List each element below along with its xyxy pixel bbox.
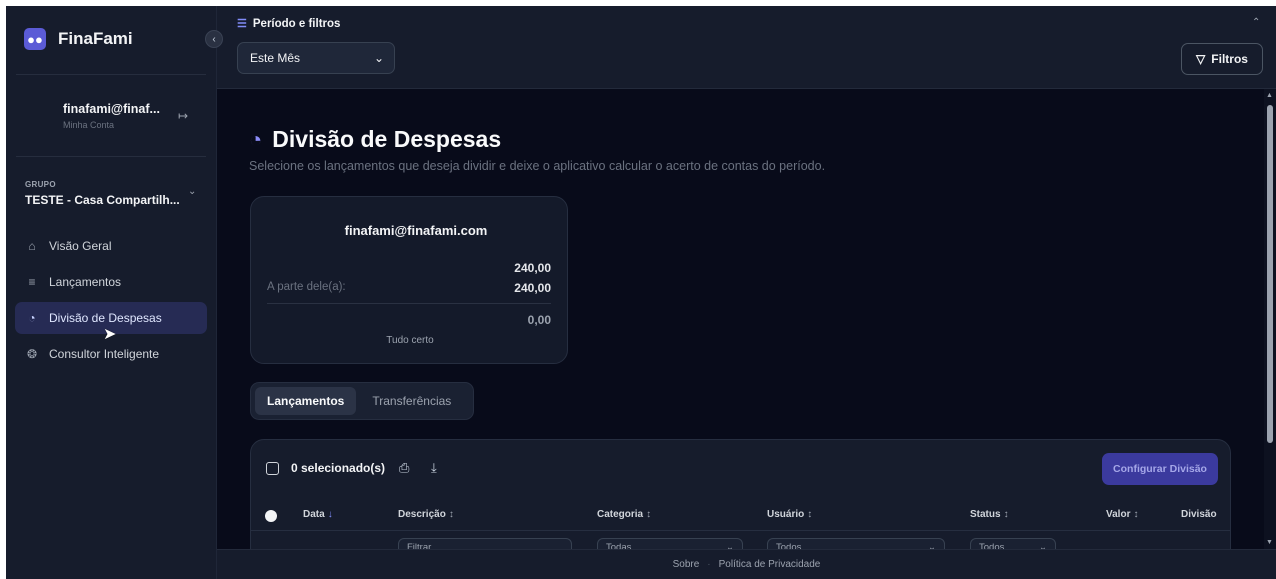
column-label: Status [970, 509, 1001, 520]
column-header-data[interactable]: Data ↓ [303, 509, 333, 520]
app-window: ●● FinaFami finafami@finaf... Minha Cont… [6, 6, 1276, 579]
sidebar-item-label: Consultor Inteligente [49, 347, 160, 361]
sidebar-item-label: Lançamentos [49, 275, 122, 289]
print-icon[interactable]: ⎙ [399, 460, 409, 476]
select-all-checkbox[interactable] [266, 462, 279, 475]
sidebar-item-label: Visão Geral [49, 239, 112, 253]
sort-icon: ↕ [1003, 509, 1009, 520]
column-header-descricao[interactable]: Descrição ↕ [398, 509, 454, 520]
pie-chart-icon: ◔ [28, 311, 36, 325]
main-content: ◔ Divisão de Despesas Selecione os lança… [217, 89, 1264, 569]
share-label: A parte dele(a): [267, 281, 346, 293]
home-icon: ⌂ [28, 239, 36, 253]
sliders-icon: ☰ [237, 18, 247, 30]
sidebar-item-label: Divisão de Despesas [49, 311, 162, 325]
account-block[interactable]: finafami@finaf... Minha Conta [63, 102, 160, 130]
page-title: ◔ Divisão de Despesas [249, 126, 501, 153]
summary-total: 240,00 [514, 261, 551, 275]
column-header-divisao: Divisão [1181, 509, 1217, 520]
tab-lancamentos[interactable]: Lançamentos [255, 387, 357, 415]
column-label: Data [303, 509, 325, 520]
sidebar-item-lancamentos[interactable]: ≡ Lançamentos [15, 266, 207, 298]
download-icon[interactable]: ⤓ [431, 460, 437, 476]
filters-button[interactable]: ▽ Filtros [1181, 43, 1263, 75]
sidebar-item-visao-geral[interactable]: ⌂ Visão Geral [15, 230, 207, 262]
logout-icon[interactable]: ↦ [178, 109, 188, 123]
filters-bar: ☰ Período e filtros Este Mês ⌄ ⌃ ▽ Filtr… [217, 6, 1276, 89]
mouse-cursor-icon: ➤ [103, 326, 117, 343]
column-label: Valor [1106, 509, 1131, 520]
divider [251, 530, 1230, 531]
period-select-value: Este Mês [250, 51, 301, 65]
footer-separator: · [707, 559, 711, 570]
divider [267, 303, 551, 304]
sort-icon: ↕ [807, 509, 813, 520]
about-link[interactable]: Sobre [673, 559, 700, 570]
column-header-status[interactable]: Status ↕ [970, 509, 1009, 520]
filters-button-label: Filtros [1211, 52, 1248, 66]
scrollbar[interactable]: ▲ ▼ [1264, 89, 1276, 549]
column-header-valor[interactable]: Valor ↕ [1106, 509, 1138, 520]
tab-transferencias[interactable]: Transferências [360, 387, 463, 415]
users-icon: ●● [24, 28, 46, 50]
page-title-text: Divisão de Despesas [272, 126, 502, 152]
sort-desc-icon: ↓ [327, 509, 333, 520]
configure-division-button[interactable]: Configurar Divisão [1102, 453, 1218, 485]
tabs: Lançamentos Transferências [250, 382, 474, 420]
brain-icon: ❂ [26, 347, 38, 361]
status-text: Tudo certo [386, 335, 434, 346]
sidebar: ●● FinaFami finafami@finaf... Minha Cont… [6, 6, 217, 579]
chevron-up-icon[interactable]: ⌃ [1252, 17, 1260, 28]
sort-icon: ↕ [646, 509, 652, 520]
group-select[interactable]: TESTE - Casa Compartilh... [25, 193, 180, 207]
summary-card: finafami@finafami.com 240,00 A parte del… [250, 196, 568, 364]
scroll-up-icon[interactable]: ▲ [1266, 92, 1273, 99]
list-icon: ≡ [28, 275, 36, 289]
brand-name: FinaFami [58, 29, 133, 48]
selected-count: 0 selecionado(s) [291, 461, 386, 475]
column-label: Usuário [767, 509, 805, 520]
period-title: ☰ Período e filtros [237, 17, 341, 31]
share-value: 240,00 [514, 281, 551, 295]
column-header-categoria[interactable]: Categoria ↕ [597, 509, 651, 520]
sort-icon: ↕ [1133, 509, 1139, 520]
account-subtitle: Minha Conta [63, 120, 115, 130]
column-header-usuario[interactable]: Usuário ↕ [767, 509, 812, 520]
column-label: Categoria [597, 509, 644, 520]
sidebar-nav: ⌂ Visão Geral ≡ Lançamentos ◔ Divisão de… [15, 230, 207, 374]
balance-value: 0,00 [527, 313, 551, 327]
sort-icon: ↕ [448, 509, 454, 520]
period-title-label: Período e filtros [252, 17, 341, 30]
footer: Sobre · Política de Privacidade [217, 549, 1276, 579]
chevron-down-icon: ⌄ [373, 51, 384, 65]
privacy-link[interactable]: Política de Privacidade [719, 559, 821, 570]
divider [16, 74, 206, 75]
column-label: Descrição [398, 509, 446, 520]
filter-icon: ▽ [1196, 52, 1206, 66]
group-label: GRUPO [25, 180, 56, 189]
chevron-down-icon[interactable]: ⌄ [188, 186, 196, 197]
scroll-down-icon[interactable]: ▼ [1266, 539, 1273, 546]
page-subtitle: Selecione os lançamentos que deseja divi… [249, 159, 826, 173]
row-select-toggle[interactable] [265, 510, 277, 522]
scrollbar-thumb[interactable] [1267, 105, 1273, 443]
chevron-left-icon[interactable]: ‹ [205, 30, 223, 48]
divider [16, 156, 206, 157]
summary-email: finafami@finafami.com [344, 223, 488, 238]
pie-chart-icon: ◔ [249, 126, 263, 152]
account-email: finafami@finaf... [63, 102, 160, 116]
period-select[interactable]: Este Mês ⌄ [237, 42, 395, 74]
brand[interactable]: ●● FinaFami [24, 28, 133, 50]
